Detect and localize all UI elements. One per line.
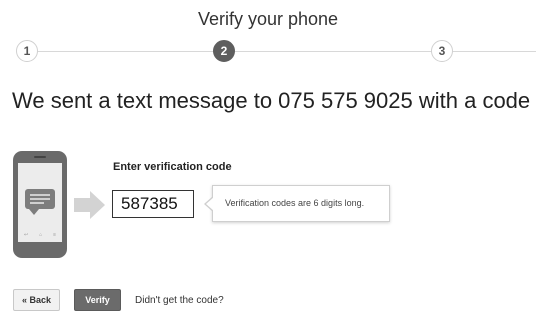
resend-code-link[interactable]: Didn't get the code? xyxy=(135,295,224,306)
message-bubble-icon xyxy=(25,189,55,209)
back-button[interactable]: « Back xyxy=(13,289,60,311)
back-nav-icon: ↩ xyxy=(24,232,29,238)
progress-line xyxy=(234,51,434,52)
tooltip-text: Verification codes are 6 digits long. xyxy=(225,198,365,208)
phone-notch xyxy=(34,156,46,158)
step-1-indicator: 1 xyxy=(16,40,38,62)
phone-screen: ↩ ⌂ ≡ xyxy=(18,163,62,242)
smartphone-icon: ↩ ⌂ ≡ xyxy=(13,151,67,258)
progress-line xyxy=(24,51,224,52)
headline: We sent a text message to 075 575 9025 w… xyxy=(12,88,531,113)
step-2-indicator: 2 xyxy=(213,40,235,62)
verification-code-input[interactable] xyxy=(112,190,194,218)
arrow-head xyxy=(90,191,105,219)
menu-nav-icon: ≡ xyxy=(53,232,56,238)
page-title: Verify your phone xyxy=(197,9,339,29)
bubble-line xyxy=(30,202,44,204)
progress-line xyxy=(452,51,536,52)
arrow-body xyxy=(74,198,90,212)
verification-tooltip: Verification codes are 6 digits long. xyxy=(204,185,390,222)
verification-code-label: Enter verification code xyxy=(113,161,232,173)
bubble-line xyxy=(30,198,50,200)
bubble-tail xyxy=(29,209,39,215)
phone-nav-icons: ↩ ⌂ ≡ xyxy=(24,232,56,238)
home-nav-icon: ⌂ xyxy=(39,232,43,238)
bubble-line xyxy=(30,194,50,196)
tooltip-pointer-fill xyxy=(206,197,214,211)
step-3-indicator: 3 xyxy=(431,40,453,62)
verify-button[interactable]: Verify xyxy=(74,289,121,311)
